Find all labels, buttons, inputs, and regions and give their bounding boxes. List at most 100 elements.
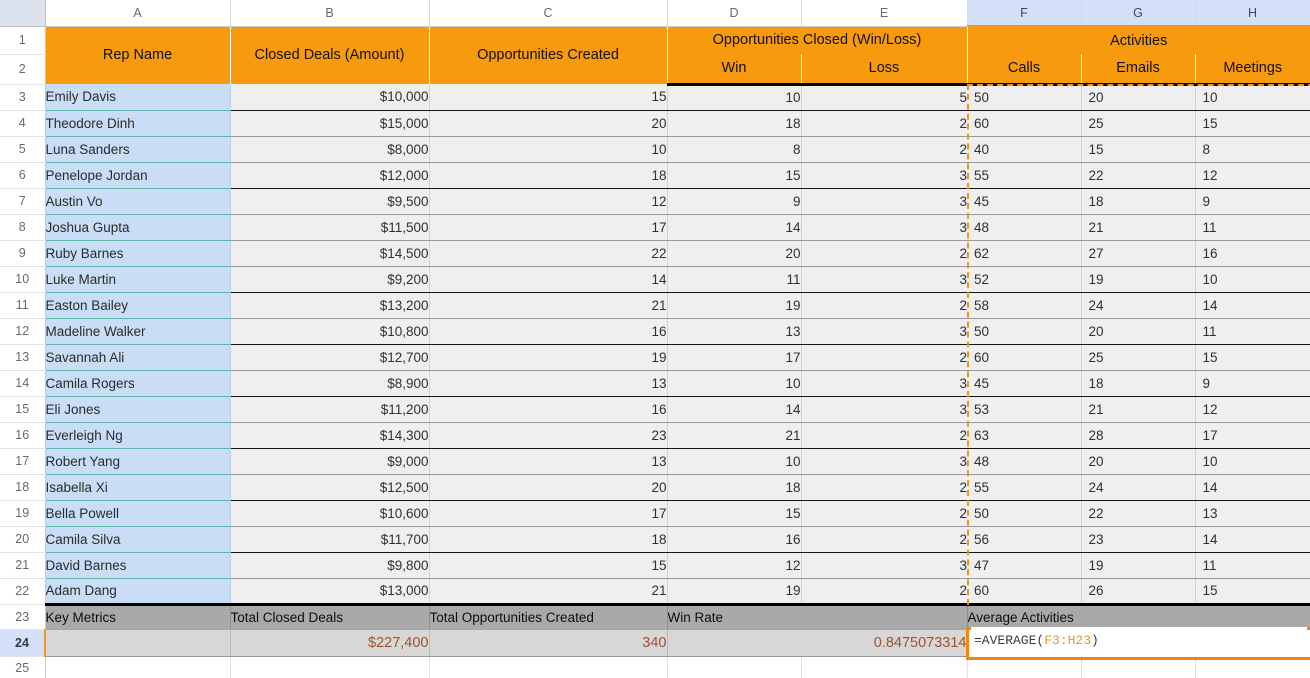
cell-opportunities-created[interactable]: 16 bbox=[429, 318, 668, 345]
cell-meetings[interactable]: 10 bbox=[1195, 448, 1310, 475]
cell-loss[interactable]: 2 bbox=[801, 240, 967, 267]
row-header-21[interactable]: 21 bbox=[0, 552, 46, 579]
cell-meetings[interactable]: 11 bbox=[1195, 214, 1310, 241]
cell-emails[interactable]: 25 bbox=[1081, 110, 1196, 137]
cell-loss[interactable]: 2 bbox=[801, 344, 967, 371]
cell-meetings[interactable]: 12 bbox=[1195, 162, 1310, 189]
cell-calls[interactable]: 45 bbox=[967, 188, 1082, 215]
row-header-19[interactable]: 19 bbox=[0, 500, 46, 527]
row-header-8[interactable]: 8 bbox=[0, 214, 46, 241]
cell-opportunities-created[interactable]: 22 bbox=[429, 240, 668, 267]
column-header-e[interactable]: E bbox=[801, 0, 968, 27]
spreadsheet-canvas[interactable]: A B C D E F G H 1 Rep Name Closed Deals … bbox=[0, 0, 1310, 678]
cell-rep-name[interactable]: Luke Martin bbox=[45, 266, 231, 293]
cell-emails[interactable]: 19 bbox=[1081, 552, 1196, 579]
cell-opportunities-created[interactable]: 17 bbox=[429, 500, 668, 527]
cell-meetings[interactable]: 12 bbox=[1195, 396, 1310, 423]
cell-emails[interactable]: 27 bbox=[1081, 240, 1196, 267]
active-cell-formula-editor[interactable]: =AVERAGE(F3:H23) bbox=[971, 627, 1307, 654]
cell-meetings[interactable]: 11 bbox=[1195, 552, 1310, 579]
empty-cell-g25[interactable] bbox=[1081, 656, 1196, 678]
table-row[interactable]: 14 Camila Rogers $8,900 13 10 3 45 18 9 bbox=[0, 370, 1310, 397]
cell-emails[interactable]: 25 bbox=[1081, 344, 1196, 371]
cell-loss[interactable]: 3 bbox=[801, 162, 967, 189]
row-header-16[interactable]: 16 bbox=[0, 422, 46, 449]
cell-rep-name[interactable]: Everleigh Ng bbox=[45, 422, 231, 449]
cell-loss[interactable]: 2 bbox=[801, 526, 967, 553]
value-win-rate[interactable]: 0.8475073314 bbox=[667, 629, 968, 657]
cell-win[interactable]: 15 bbox=[667, 162, 802, 189]
cell-closed-deals[interactable]: $10,600 bbox=[230, 500, 430, 527]
cell-closed-deals[interactable]: $11,700 bbox=[230, 526, 430, 553]
cell-closed-deals[interactable]: $14,500 bbox=[230, 240, 430, 267]
cell-closed-deals[interactable]: $13,000 bbox=[230, 578, 430, 605]
cell-emails[interactable]: 20 bbox=[1081, 448, 1196, 475]
cell-win[interactable]: 17 bbox=[667, 344, 802, 371]
table-row[interactable]: 11 Easton Bailey $13,200 21 19 2 58 24 14 bbox=[0, 292, 1310, 319]
table-row[interactable]: 5 Luna Sanders $8,000 10 8 2 40 15 8 bbox=[0, 136, 1310, 163]
column-header-a[interactable]: A bbox=[45, 0, 231, 27]
table-row[interactable]: 17 Robert Yang $9,000 13 10 3 48 20 10 bbox=[0, 448, 1310, 475]
cell-loss[interactable]: 3 bbox=[801, 552, 967, 579]
cell-meetings[interactable]: 15 bbox=[1195, 344, 1310, 371]
cell-rep-name[interactable]: Austin Vo bbox=[45, 188, 231, 215]
cell-loss[interactable]: 3 bbox=[801, 448, 967, 475]
cell-calls[interactable]: 53 bbox=[967, 396, 1082, 423]
cell-meetings[interactable]: 14 bbox=[1195, 474, 1310, 501]
empty-cell-h25[interactable] bbox=[1195, 656, 1310, 678]
cell-win[interactable]: 10 bbox=[667, 84, 802, 111]
cell-emails[interactable]: 19 bbox=[1081, 266, 1196, 293]
cell-closed-deals[interactable]: $8,000 bbox=[230, 136, 430, 163]
value-key-metrics[interactable] bbox=[45, 629, 231, 657]
table-row[interactable]: 7 Austin Vo $9,500 12 9 3 45 18 9 bbox=[0, 188, 1310, 215]
cell-loss[interactable]: 2 bbox=[801, 110, 967, 137]
cell-win[interactable]: 10 bbox=[667, 448, 802, 475]
row-header-1[interactable]: 1 bbox=[0, 26, 46, 55]
row-header-23[interactable]: 23 bbox=[0, 604, 46, 630]
empty-cell-a25[interactable] bbox=[45, 655, 231, 678]
cell-emails[interactable]: 20 bbox=[1081, 84, 1196, 111]
cell-emails[interactable]: 24 bbox=[1081, 292, 1196, 319]
cell-emails[interactable]: 21 bbox=[1081, 214, 1196, 241]
cell-win[interactable]: 8 bbox=[667, 136, 802, 163]
row-header-2[interactable]: 2 bbox=[0, 54, 46, 85]
cell-calls[interactable]: 62 bbox=[967, 240, 1082, 267]
row-header-20[interactable]: 20 bbox=[0, 526, 46, 553]
cell-rep-name[interactable]: Isabella Xi bbox=[45, 474, 231, 501]
cell-loss[interactable]: 5 bbox=[801, 84, 967, 111]
cell-win[interactable]: 15 bbox=[667, 500, 802, 527]
cell-meetings[interactable]: 17 bbox=[1195, 422, 1310, 449]
cell-opportunities-created[interactable]: 16 bbox=[429, 396, 668, 423]
cell-closed-deals[interactable]: $9,500 bbox=[230, 188, 430, 215]
cell-closed-deals[interactable]: $10,000 bbox=[230, 84, 430, 111]
cell-meetings[interactable]: 10 bbox=[1195, 84, 1310, 111]
cell-win[interactable]: 20 bbox=[667, 240, 802, 267]
row-header-9[interactable]: 9 bbox=[0, 240, 46, 267]
spreadsheet-grid[interactable]: A B C D E F G H 1 Rep Name Closed Deals … bbox=[0, 0, 1310, 678]
cell-meetings[interactable]: 9 bbox=[1195, 370, 1310, 397]
cell-emails[interactable]: 24 bbox=[1081, 474, 1196, 501]
row-header-4[interactable]: 4 bbox=[0, 110, 46, 137]
cell-closed-deals[interactable]: $14,300 bbox=[230, 422, 430, 449]
cell-win[interactable]: 12 bbox=[667, 552, 802, 579]
empty-cell-d25[interactable] bbox=[667, 656, 802, 678]
cell-emails[interactable]: 18 bbox=[1081, 370, 1196, 397]
column-header-h[interactable]: H bbox=[1195, 0, 1310, 27]
data-rows-container[interactable]: 3 Emily Davis $10,000 15 10 5 50 20 10 4 Theodore … bbox=[0, 84, 1310, 605]
column-header-b[interactable]: B bbox=[230, 0, 430, 27]
cell-emails[interactable]: 22 bbox=[1081, 162, 1196, 189]
cell-loss[interactable]: 3 bbox=[801, 396, 967, 423]
cell-opportunities-created[interactable]: 23 bbox=[429, 422, 668, 449]
cell-meetings[interactable]: 14 bbox=[1195, 526, 1310, 553]
row-header-15[interactable]: 15 bbox=[0, 396, 46, 423]
cell-loss[interactable]: 2 bbox=[801, 422, 967, 449]
cell-opportunities-created[interactable]: 10 bbox=[429, 136, 668, 163]
cell-rep-name[interactable]: Camila Rogers bbox=[45, 370, 231, 397]
row-header-6[interactable]: 6 bbox=[0, 162, 46, 189]
row-header-18[interactable]: 18 bbox=[0, 474, 46, 501]
column-header-g[interactable]: G bbox=[1081, 0, 1196, 27]
cell-meetings[interactable]: 8 bbox=[1195, 136, 1310, 163]
cell-meetings[interactable]: 10 bbox=[1195, 266, 1310, 293]
cell-loss[interactable]: 3 bbox=[801, 318, 967, 345]
cell-emails[interactable]: 20 bbox=[1081, 318, 1196, 345]
